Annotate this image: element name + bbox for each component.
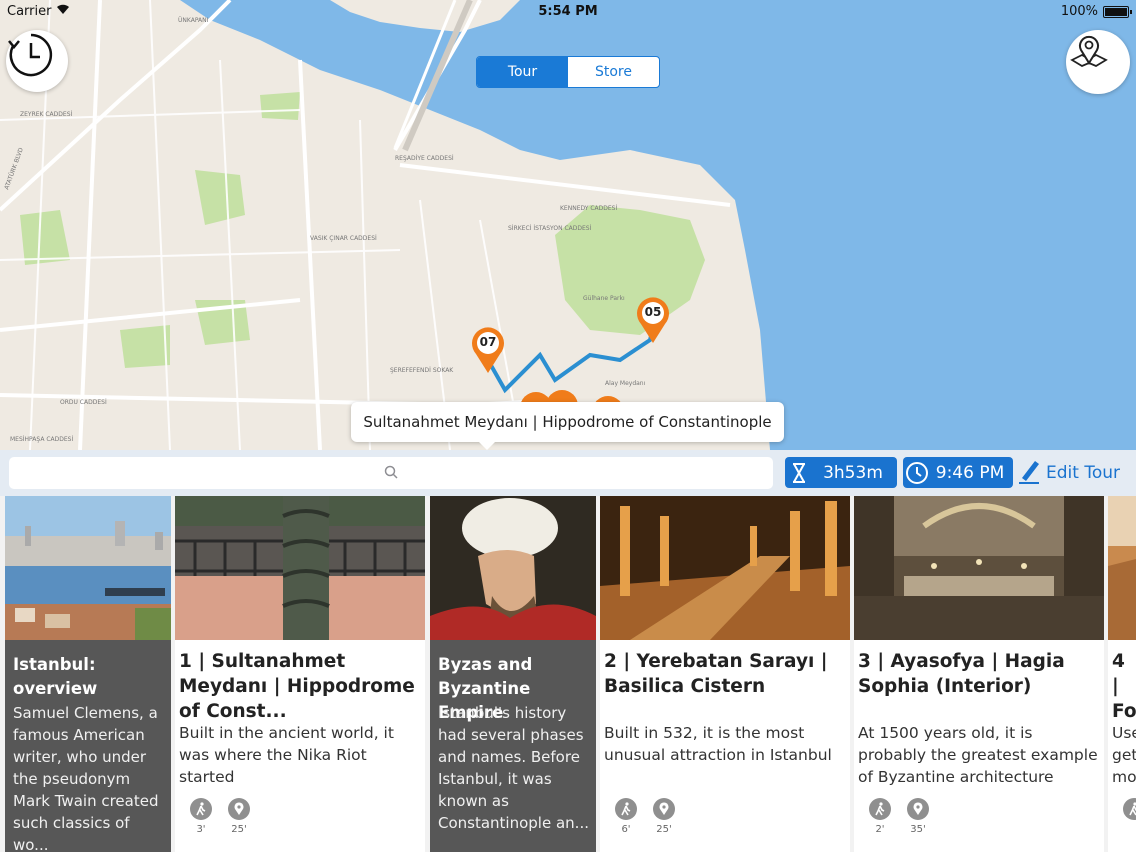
tour-end-time-button[interactable]: 9:46 PM xyxy=(903,457,1013,488)
card-description: Built in 532, it is the most unusual att… xyxy=(604,724,832,764)
card-image xyxy=(430,496,596,640)
card-stop-3[interactable]: 3 | Ayasofya | Hagia Sophia (Interior) A… xyxy=(854,496,1104,852)
tour-end-time-value: 9:46 PM xyxy=(935,462,1005,483)
card-title: 1 | Sultanahmet Meydanı | Hippodrome of … xyxy=(179,651,415,722)
hourglass-icon xyxy=(785,457,813,488)
tour-toolbar: 3h53m 9:46 PM Edit Tour xyxy=(0,450,1136,496)
svg-text:SİRKECİ İSTASYON CADDESİ: SİRKECİ İSTASYON CADDESİ xyxy=(508,225,592,232)
card-stop-2[interactable]: 2 | Yerebatan Sarayı | Basilica Cistern … xyxy=(600,496,850,852)
card-title: 3 | Ayasofya | Hagia Sophia (Interior) xyxy=(858,651,1065,697)
status-time: 5:54 PM xyxy=(538,4,598,19)
svg-text:Gülhane Parkı: Gülhane Parkı xyxy=(583,295,625,302)
map-callout[interactable]: Sultanahmet Meydanı | Hippodrome of Cons… xyxy=(351,402,784,450)
clock-icon xyxy=(903,457,931,488)
card-title: 4 | Fo xyxy=(1112,651,1136,722)
card-image xyxy=(600,496,850,640)
card-title: 2 | Yerebatan Sarayı | Basilica Cistern xyxy=(604,651,828,697)
svg-text:MESİHPAŞA CADDESİ: MESİHPAŞA CADDESİ xyxy=(10,436,73,443)
tour-duration-button[interactable]: 3h53m xyxy=(785,457,897,488)
svg-text:VASIK ÇINAR CADDESİ: VASIK ÇINAR CADDESİ xyxy=(310,235,377,242)
battery-icon xyxy=(1103,6,1132,18)
walking-icon xyxy=(615,798,637,820)
card-istanbul-overview[interactable]: Istanbul: overview Samuel Clemens, a fam… xyxy=(5,496,171,852)
card-description: At 1500 years old, it is probably the gr… xyxy=(858,724,1098,786)
history-button[interactable] xyxy=(6,30,68,92)
card-byzas-byzantine-empire[interactable]: Byzas and Byzantine Empire Istanbul's hi… xyxy=(430,496,596,852)
card-metrics: 6' 25' xyxy=(614,798,676,835)
svg-text:KENNEDY CADDESİ: KENNEDY CADDESİ xyxy=(560,205,617,212)
map-pin-05[interactable]: 05 xyxy=(635,296,671,344)
status-bar: Carrier 5:54 PM 100% xyxy=(0,0,1136,24)
location-pin-icon xyxy=(907,798,929,820)
search-input[interactable] xyxy=(9,457,773,489)
walk-time: 3' xyxy=(189,798,213,835)
svg-text:REŞADİYE CADDESİ: REŞADİYE CADDESİ xyxy=(395,155,454,162)
walk-time: 6' xyxy=(614,798,638,835)
walk-time: 2' xyxy=(868,798,892,835)
map-view[interactable]: ÜNKAPANI KENNEDY CADDESİ SİRKECİ İSTASYO… xyxy=(0,0,1136,450)
svg-text:ŞEREFEFENDİ SOKAK: ŞEREFEFENDİ SOKAK xyxy=(390,367,454,374)
visit-time: 25' xyxy=(652,798,676,835)
pencil-icon xyxy=(1018,458,1046,489)
search-bar[interactable] xyxy=(9,457,773,489)
card-description: Samuel Clemens, a famous American writer… xyxy=(13,704,159,852)
edit-tour-label: Edit Tour xyxy=(1046,463,1120,483)
walking-icon xyxy=(190,798,212,820)
callout-title: Sultanahmet Meydanı | Hippodrome of Cons… xyxy=(363,413,772,431)
tab-tour[interactable]: Tour xyxy=(477,57,568,87)
card-description: Use get- mo xyxy=(1112,724,1136,786)
svg-text:ZEYREK CADDESİ: ZEYREK CADDESİ xyxy=(20,111,73,118)
tour-store-segmented-control[interactable]: Tour Store xyxy=(476,56,660,88)
card-image xyxy=(1108,496,1136,640)
walking-icon xyxy=(869,798,891,820)
card-title: Istanbul: overview xyxy=(13,655,98,698)
location-pin-icon xyxy=(653,798,675,820)
card-metrics xyxy=(1122,798,1136,824)
walk-time xyxy=(1122,798,1136,824)
card-stop-4[interactable]: 4 | Fo Use get- mo xyxy=(1108,496,1136,852)
battery-percentage: 100% xyxy=(1060,4,1098,19)
card-image xyxy=(175,496,425,640)
card-image xyxy=(5,496,171,640)
tab-store[interactable]: Store xyxy=(568,57,659,87)
tour-duration-value: 3h53m xyxy=(823,462,883,483)
map-poi-button[interactable] xyxy=(1066,30,1130,94)
tour-stop-carousel[interactable]: Istanbul: overview Samuel Clemens, a fam… xyxy=(0,496,1136,852)
svg-text:ORDU CADDESİ: ORDU CADDESİ xyxy=(60,399,107,406)
edit-tour-button[interactable]: Edit Tour xyxy=(1018,457,1120,489)
card-metrics: 2' 35' xyxy=(868,798,930,835)
card-stop-1[interactable]: 1 | Sultanahmet Meydanı | Hippodrome of … xyxy=(175,496,425,852)
card-metrics: 3' 25' xyxy=(189,798,251,835)
visit-time: 35' xyxy=(906,798,930,835)
card-image xyxy=(854,496,1104,640)
card-description: Built in the ancient world, it was where… xyxy=(179,724,394,786)
map-pin-07[interactable]: 07 xyxy=(470,326,506,374)
visit-time: 25' xyxy=(227,798,251,835)
location-pin-icon xyxy=(228,798,250,820)
card-description: Istanbul's history had several phases an… xyxy=(438,704,589,832)
walking-icon xyxy=(1123,798,1136,820)
